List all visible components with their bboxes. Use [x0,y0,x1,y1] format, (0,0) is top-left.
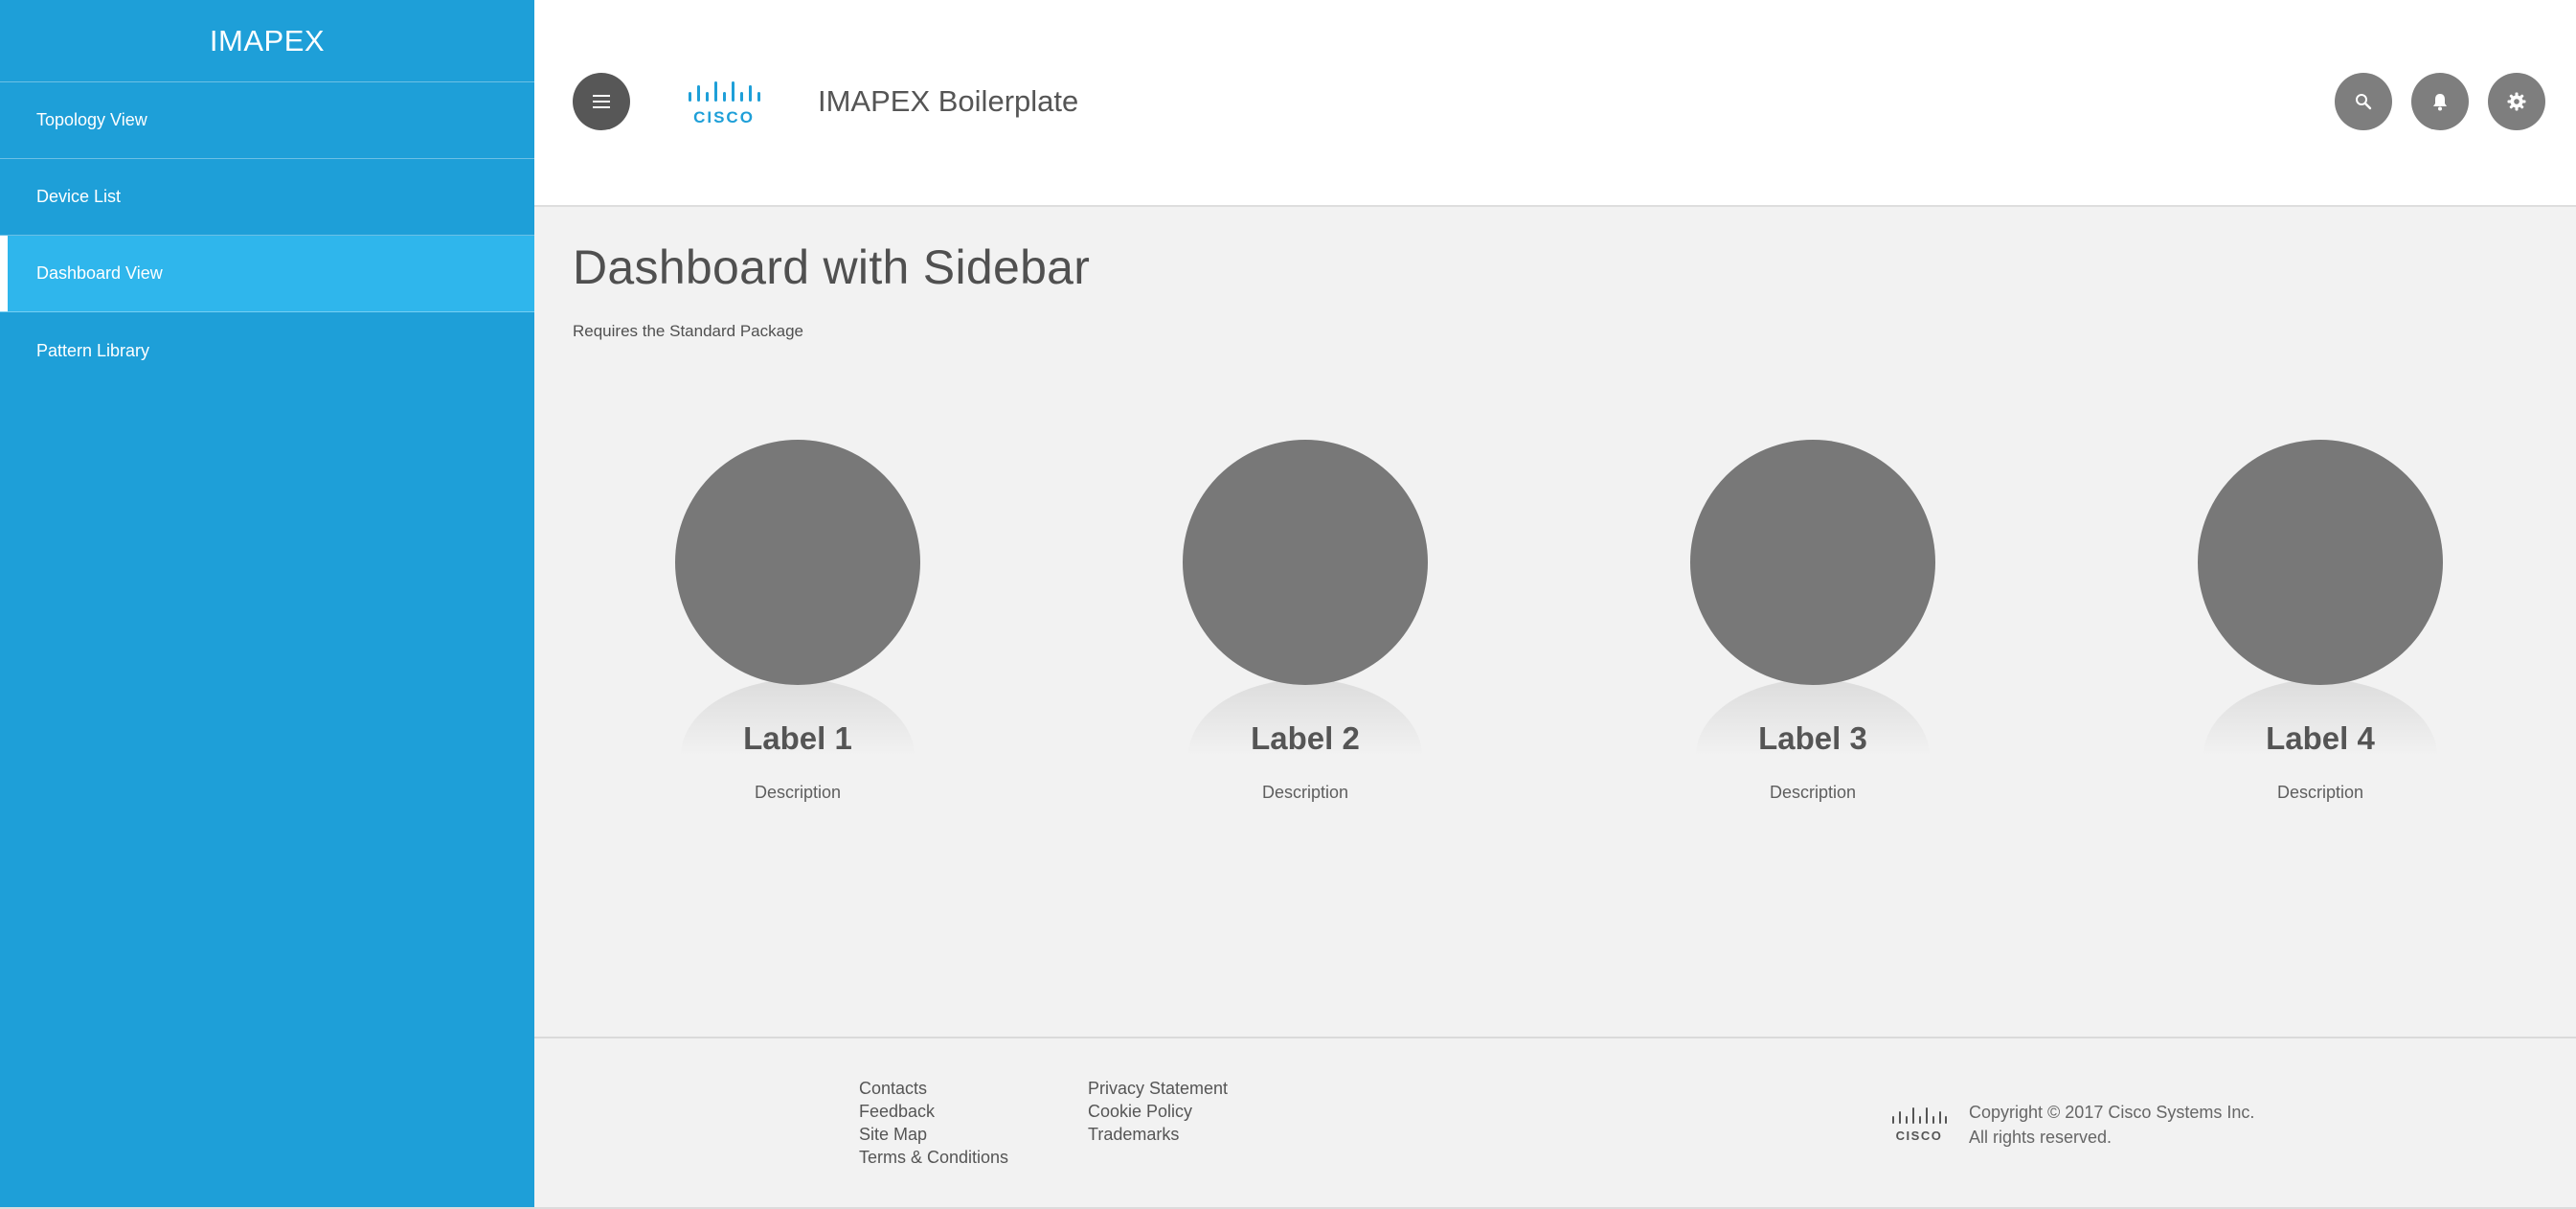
sidebar-item-label: Device List [36,187,122,206]
copyright: Copyright © 2017 Cisco Systems Inc. All … [1969,1100,2254,1150]
sidebar-item-topology-view[interactable]: Topology View [0,82,534,159]
app-title: IMAPEX Boilerplate [818,84,1079,118]
copyright-line-2: All rights reserved. [1969,1128,2113,1147]
app-root: IMAPEX Topology View Device List Dashboa… [0,0,2576,1209]
footer-link-site-map[interactable]: Site Map [859,1123,1008,1146]
footer-link-privacy[interactable]: Privacy Statement [1088,1077,1228,1100]
menu-toggle-button[interactable] [573,73,630,130]
sidebar-item-dashboard-view[interactable]: Dashboard View [0,236,534,312]
settings-button[interactable] [2488,73,2545,130]
card-circle [1690,440,1935,685]
card-circle [2198,440,2443,685]
card-label: Label 3 [1758,720,1867,756]
notifications-button[interactable] [2411,73,2469,130]
page-subtitle: Requires the Standard Package [573,322,803,340]
dashboard-card-2[interactable]: Label 2 Description [1162,440,1449,823]
sidebar: IMAPEX Topology View Device List Dashboa… [0,0,534,1209]
footer-link-terms[interactable]: Terms & Conditions [859,1146,1008,1169]
sidebar-item-label: Topology View [36,110,147,129]
footer: Contacts Feedback Site Map Terms & Condi… [534,1037,2576,1209]
dashboard-card-3[interactable]: Label 3 Description [1669,440,1956,823]
search-button[interactable] [2335,73,2392,130]
card-label: Label 2 [1251,720,1360,756]
card-circle [675,440,920,685]
top-header: CISCO IMAPEX Boilerplate [534,0,2576,207]
card-description: Description [754,783,842,802]
dashboard-card-1[interactable]: Label 1 Description [654,440,941,823]
card-label: Label 4 [2266,720,2375,756]
footer-logo-text: CISCO [1896,1129,1943,1143]
card-circle [1183,440,1428,685]
footer-links-column-1: Contacts Feedback Site Map Terms & Condi… [859,1077,1008,1169]
dashboard-card-4[interactable]: Label 4 Description [2177,440,2464,823]
bell-icon [2433,94,2447,111]
cisco-logo-text: CISCO [693,108,755,126]
sidebar-item-label: Pattern Library [36,340,150,360]
sidebar-item-label: Dashboard View [36,263,163,283]
footer-link-contacts[interactable]: Contacts [859,1077,1008,1100]
sidebar-title: IMAPEX [0,0,534,82]
page-title: Dashboard with Sidebar [573,240,1091,294]
hamburger-menu-icon [593,95,610,108]
search-icon [2356,94,2372,110]
sidebar-item-device-list[interactable]: Device List [0,159,534,236]
cisco-logo[interactable]: CISCO [686,79,762,126]
footer-link-feedback[interactable]: Feedback [859,1100,1008,1123]
footer-link-trademarks[interactable]: Trademarks [1088,1123,1228,1146]
gear-icon [2507,92,2526,111]
footer-cisco-logo: CISCO [1892,1107,1947,1143]
card-description: Description [2276,783,2364,802]
card-label: Label 1 [743,720,852,756]
copyright-line-1: Copyright © 2017 Cisco Systems Inc. [1969,1103,2255,1122]
sidebar-item-pattern-library[interactable]: Pattern Library [0,312,534,389]
main-content: Dashboard with Sidebar Requires the Stan… [534,207,2576,1037]
footer-link-cookie-policy[interactable]: Cookie Policy [1088,1100,1228,1123]
card-description: Description [1261,783,1349,802]
card-description: Description [1769,783,1857,802]
footer-links-column-2: Privacy Statement Cookie Policy Trademar… [1088,1077,1228,1146]
